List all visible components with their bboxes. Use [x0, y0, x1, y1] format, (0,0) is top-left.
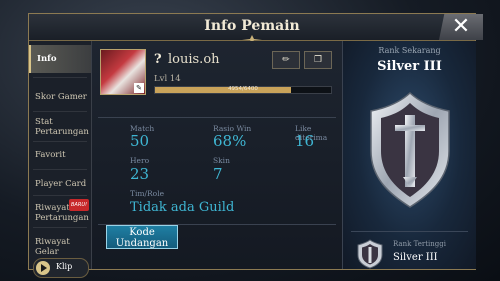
divider	[33, 227, 87, 228]
sidebar-item-stat-pertarungan[interactable]: Stat Pertarungan	[29, 117, 91, 137]
divider	[33, 141, 87, 142]
current-rank-label: Rank Sekarang	[378, 46, 441, 55]
invite-code-label: Kode	[129, 227, 155, 238]
likes-value: 16	[295, 132, 315, 150]
silver-rank-emblem-icon	[370, 91, 450, 208]
question-mark-icon[interactable]: ?	[154, 52, 162, 67]
sidebar-item-riwayat-pertarungan[interactable]: Riwayat Pertarungan BARU!	[29, 199, 91, 223]
sidebar-item-label: Pertarungan	[35, 213, 89, 223]
sidebar-item-info[interactable]: Info	[29, 45, 91, 73]
invite-code-label: Undangan	[115, 238, 169, 249]
highest-rank-label: Rank Tertinggi	[393, 240, 446, 248]
dialog-title: Info Pemain	[204, 18, 300, 34]
close-icon[interactable]: ✕	[439, 14, 483, 40]
guild-value: Tidak ada Guild	[130, 200, 235, 215]
divider	[351, 231, 468, 232]
username: louis.oh	[168, 52, 220, 67]
new-badge: BARU!	[69, 199, 89, 211]
copy-button[interactable]: ❐	[304, 51, 332, 69]
pencil-icon: ✏	[282, 55, 290, 65]
sidebar-item-label: Favorit	[35, 150, 66, 160]
highest-rank-emblem-icon	[357, 239, 383, 269]
divider	[33, 195, 87, 196]
title-bar: Info Pemain ✕	[29, 14, 483, 43]
sidebar-item-label: Info	[37, 54, 57, 64]
sidebar-item-label: Pertarungan	[35, 127, 89, 137]
team-label: Tim/Role	[130, 189, 165, 198]
sidebar-item-label: Skor Gamer	[35, 92, 87, 102]
edit-avatar-icon[interactable]: ✎	[134, 83, 144, 93]
divider	[33, 111, 87, 112]
clip-button[interactable]: Klip	[33, 258, 89, 278]
current-rank-value: Silver III	[377, 59, 442, 74]
sidebar-item-favorit[interactable]: Favorit	[29, 150, 91, 160]
win-rate-value: 68%	[213, 132, 247, 150]
avatar[interactable]: ✎	[100, 49, 146, 95]
clip-label: Klip	[56, 262, 73, 271]
play-icon	[36, 261, 50, 275]
copy-icon: ❐	[313, 55, 323, 65]
match-value: 50	[130, 132, 150, 150]
skin-value: 7	[213, 165, 223, 183]
sidebar: Info Skor Gamer Stat Pertarungan Favorit…	[29, 41, 92, 269]
divider	[98, 117, 336, 118]
sidebar-item-riwayat-gelar[interactable]: Riwayat Gelar	[29, 237, 91, 257]
sidebar-item-label: Stat	[35, 117, 53, 127]
edit-name-button[interactable]: ✏	[272, 51, 300, 69]
rank-panel: Rank Sekarang Silver III Rank Tertinggi	[342, 41, 476, 269]
highest-rank-value: Silver III	[393, 252, 438, 263]
exp-text: 4954/6400	[228, 86, 258, 92]
divider	[33, 77, 87, 78]
sidebar-item-skor-gamer[interactable]: Skor Gamer	[29, 92, 91, 102]
invite-code-button[interactable]: Kode Undangan	[106, 225, 178, 249]
hero-label: Hero	[130, 156, 150, 165]
sidebar-item-player-card[interactable]: Player Card	[29, 179, 91, 189]
sidebar-item-label: Riwayat Gelar	[35, 237, 70, 257]
hero-value: 23	[130, 165, 150, 183]
player-info-dialog: Info Pemain ✕ Info Skor Gamer Stat Perta…	[28, 13, 483, 278]
skin-label: Skin	[213, 156, 230, 165]
exp-bar: 4954/6400	[154, 86, 332, 94]
level-label: Lvl 14	[154, 74, 181, 84]
sidebar-item-label: Player Card	[35, 179, 87, 189]
divider	[33, 169, 87, 170]
